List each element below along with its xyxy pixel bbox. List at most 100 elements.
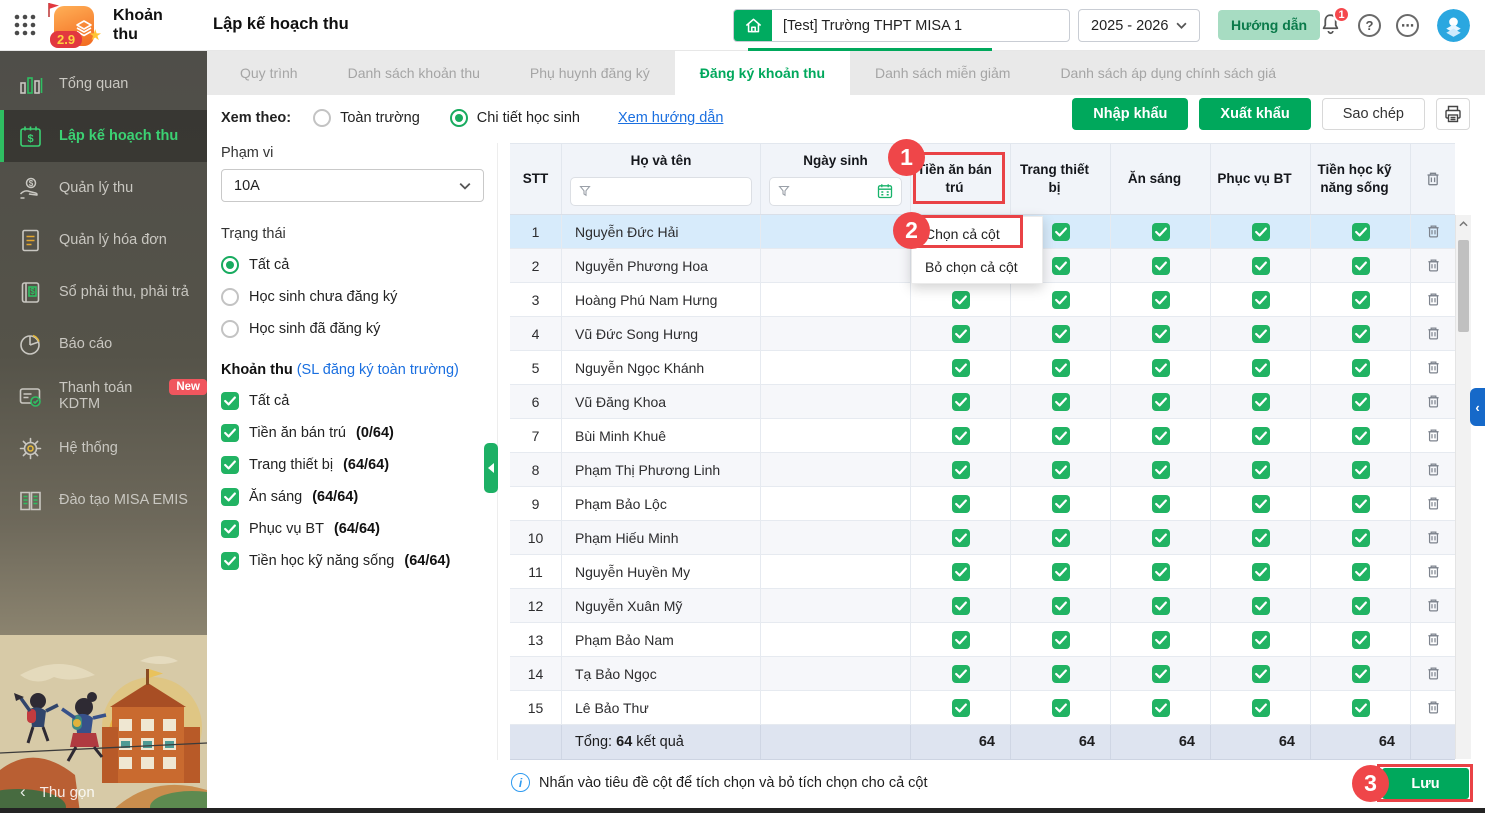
- vertical-scrollbar[interactable]: [1455, 215, 1471, 759]
- fee-checkbox-cell[interactable]: [1211, 215, 1311, 248]
- fee-checkbox-cell[interactable]: [1311, 657, 1411, 690]
- row-delete-button[interactable]: [1411, 317, 1455, 350]
- fee-checkbox-cell[interactable]: [1311, 419, 1411, 452]
- row-delete-button[interactable]: [1411, 521, 1455, 554]
- radio-option[interactable]: Chi tiết học sinh: [450, 109, 580, 127]
- header-fee-column[interactable]: Trang thiết bị: [1011, 144, 1111, 214]
- fee-checkbox-cell[interactable]: [1011, 385, 1111, 418]
- fee-checkbox-cell[interactable]: [911, 691, 1011, 724]
- fee-checkbox-cell[interactable]: [1311, 555, 1411, 588]
- fee-checkbox-cell[interactable]: [1011, 657, 1111, 690]
- fee-checkbox-option[interactable]: Tiền học kỹ năng sống (64/64): [221, 552, 484, 570]
- fee-checkbox-cell[interactable]: [1111, 521, 1211, 554]
- fee-checkbox-cell[interactable]: [911, 419, 1011, 452]
- header-delete-column[interactable]: [1411, 144, 1455, 214]
- menu-item-select-all[interactable]: Chọn cả cột: [912, 217, 1042, 250]
- fee-checkbox-cell[interactable]: [1211, 521, 1311, 554]
- user-avatar[interactable]: [1437, 9, 1470, 42]
- fee-checkbox-cell[interactable]: [1211, 419, 1311, 452]
- sidebar-item[interactable]: Đào tạo MISA EMIS: [0, 474, 207, 526]
- fee-checkbox-cell[interactable]: [1011, 623, 1111, 656]
- fee-checkbox-cell[interactable]: [1011, 691, 1111, 724]
- fee-checkbox-cell[interactable]: [1211, 351, 1311, 384]
- fee-checkbox-cell[interactable]: [1211, 589, 1311, 622]
- radio-option[interactable]: Toàn trường: [313, 109, 420, 127]
- fee-checkbox-cell[interactable]: [911, 317, 1011, 350]
- row-delete-button[interactable]: [1411, 487, 1455, 520]
- fee-total-link[interactable]: (SL đăng ký toàn trường): [297, 362, 459, 378]
- scroll-up-arrow-icon[interactable]: [1456, 215, 1471, 233]
- fee-checkbox-cell[interactable]: [1211, 555, 1311, 588]
- header-fee-column[interactable]: Tiền ăn bán trú: [911, 144, 1011, 214]
- fee-checkbox-cell[interactable]: [1111, 215, 1211, 248]
- sidebar-collapse-button[interactable]: ‹ Thu gọn: [20, 782, 95, 802]
- fee-checkbox-cell[interactable]: [911, 487, 1011, 520]
- tab[interactable]: Phụ huynh đăng ký: [505, 51, 675, 95]
- fee-checkbox-cell[interactable]: [1011, 589, 1111, 622]
- scrollbar-thumb[interactable]: [1458, 240, 1469, 332]
- fee-checkbox-cell[interactable]: [1211, 317, 1311, 350]
- fee-checkbox-cell[interactable]: [1211, 657, 1311, 690]
- header-fee-column[interactable]: Tiền học kỹ năng sống: [1311, 144, 1411, 214]
- fee-checkbox-cell[interactable]: [1311, 317, 1411, 350]
- sidebar-item[interactable]: $ Quản lý thu: [0, 162, 207, 214]
- row-delete-button[interactable]: [1411, 215, 1455, 248]
- name-filter-input[interactable]: [570, 177, 752, 206]
- fee-checkbox-cell[interactable]: [1211, 487, 1311, 520]
- fee-checkbox-cell[interactable]: [1311, 453, 1411, 486]
- notification-bell-icon[interactable]: 1: [1318, 11, 1346, 39]
- fee-checkbox-cell[interactable]: [1211, 385, 1311, 418]
- radio-option[interactable]: Học sinh đã đăng ký: [221, 320, 484, 338]
- save-button[interactable]: Lưu: [1382, 768, 1469, 799]
- fee-checkbox-cell[interactable]: [1111, 419, 1211, 452]
- row-delete-button[interactable]: [1411, 385, 1455, 418]
- radio-option[interactable]: Học sinh chưa đăng ký: [221, 288, 484, 306]
- view-guide-link[interactable]: Xem hướng dẫn: [618, 110, 723, 126]
- school-year-select[interactable]: 2025 - 2026: [1078, 9, 1200, 42]
- fee-checkbox-cell[interactable]: [1111, 691, 1211, 724]
- home-icon[interactable]: [734, 9, 772, 42]
- fee-checkbox-cell[interactable]: [1311, 487, 1411, 520]
- radio-option[interactable]: Tất cả: [221, 256, 484, 274]
- fee-checkbox-cell[interactable]: [1211, 623, 1311, 656]
- school-selector[interactable]: [Test] Trường THPT MISA 1: [733, 9, 1070, 42]
- sidebar-item[interactable]: Thanh toán KDTM New: [0, 370, 207, 422]
- row-delete-button[interactable]: [1411, 691, 1455, 724]
- panel-collapse-handle[interactable]: [484, 443, 498, 493]
- sidebar-item[interactable]: Quản lý hóa đơn: [0, 214, 207, 266]
- fee-checkbox-cell[interactable]: [1311, 249, 1411, 282]
- fee-checkbox-cell[interactable]: [1311, 521, 1411, 554]
- fee-checkbox-cell[interactable]: [911, 521, 1011, 554]
- header-fee-column[interactable]: Ăn sáng: [1111, 144, 1211, 214]
- fee-checkbox-cell[interactable]: [1311, 351, 1411, 384]
- row-delete-button[interactable]: [1411, 453, 1455, 486]
- fee-checkbox-cell[interactable]: [1311, 385, 1411, 418]
- fee-checkbox-cell[interactable]: [1311, 623, 1411, 656]
- fee-checkbox-cell[interactable]: [1011, 283, 1111, 316]
- row-delete-button[interactable]: [1411, 623, 1455, 656]
- fee-checkbox-cell[interactable]: [1011, 419, 1111, 452]
- fee-checkbox-cell[interactable]: [1111, 657, 1211, 690]
- fee-checkbox-cell[interactable]: [1111, 589, 1211, 622]
- tab[interactable]: Danh sách miễn giảm: [850, 51, 1035, 95]
- tab[interactable]: Danh sách áp dụng chính sách giá: [1035, 51, 1301, 95]
- app-logo[interactable]: 2.9 ★: [44, 2, 102, 49]
- row-delete-button[interactable]: [1411, 555, 1455, 588]
- fee-checkbox-cell[interactable]: [1111, 385, 1211, 418]
- fee-checkbox-cell[interactable]: [1111, 283, 1211, 316]
- fee-checkbox-cell[interactable]: [1111, 487, 1211, 520]
- sidebar-item[interactable]: Hệ thống: [0, 422, 207, 474]
- row-delete-button[interactable]: [1411, 351, 1455, 384]
- tab[interactable]: Quy trình: [215, 51, 323, 95]
- dob-filter-input[interactable]: [769, 177, 902, 206]
- row-delete-button[interactable]: [1411, 589, 1455, 622]
- tab[interactable]: Danh sách khoản thu: [323, 51, 505, 95]
- fee-checkbox-cell[interactable]: [911, 385, 1011, 418]
- row-delete-button[interactable]: [1411, 419, 1455, 452]
- fee-checkbox-option[interactable]: Ăn sáng (64/64): [221, 488, 484, 506]
- fee-checkbox-cell[interactable]: [1011, 555, 1111, 588]
- fee-checkbox-cell[interactable]: [1211, 283, 1311, 316]
- import-button[interactable]: Nhập khẩu: [1072, 98, 1188, 130]
- fee-checkbox-cell[interactable]: [1311, 691, 1411, 724]
- fee-checkbox-cell[interactable]: [1311, 283, 1411, 316]
